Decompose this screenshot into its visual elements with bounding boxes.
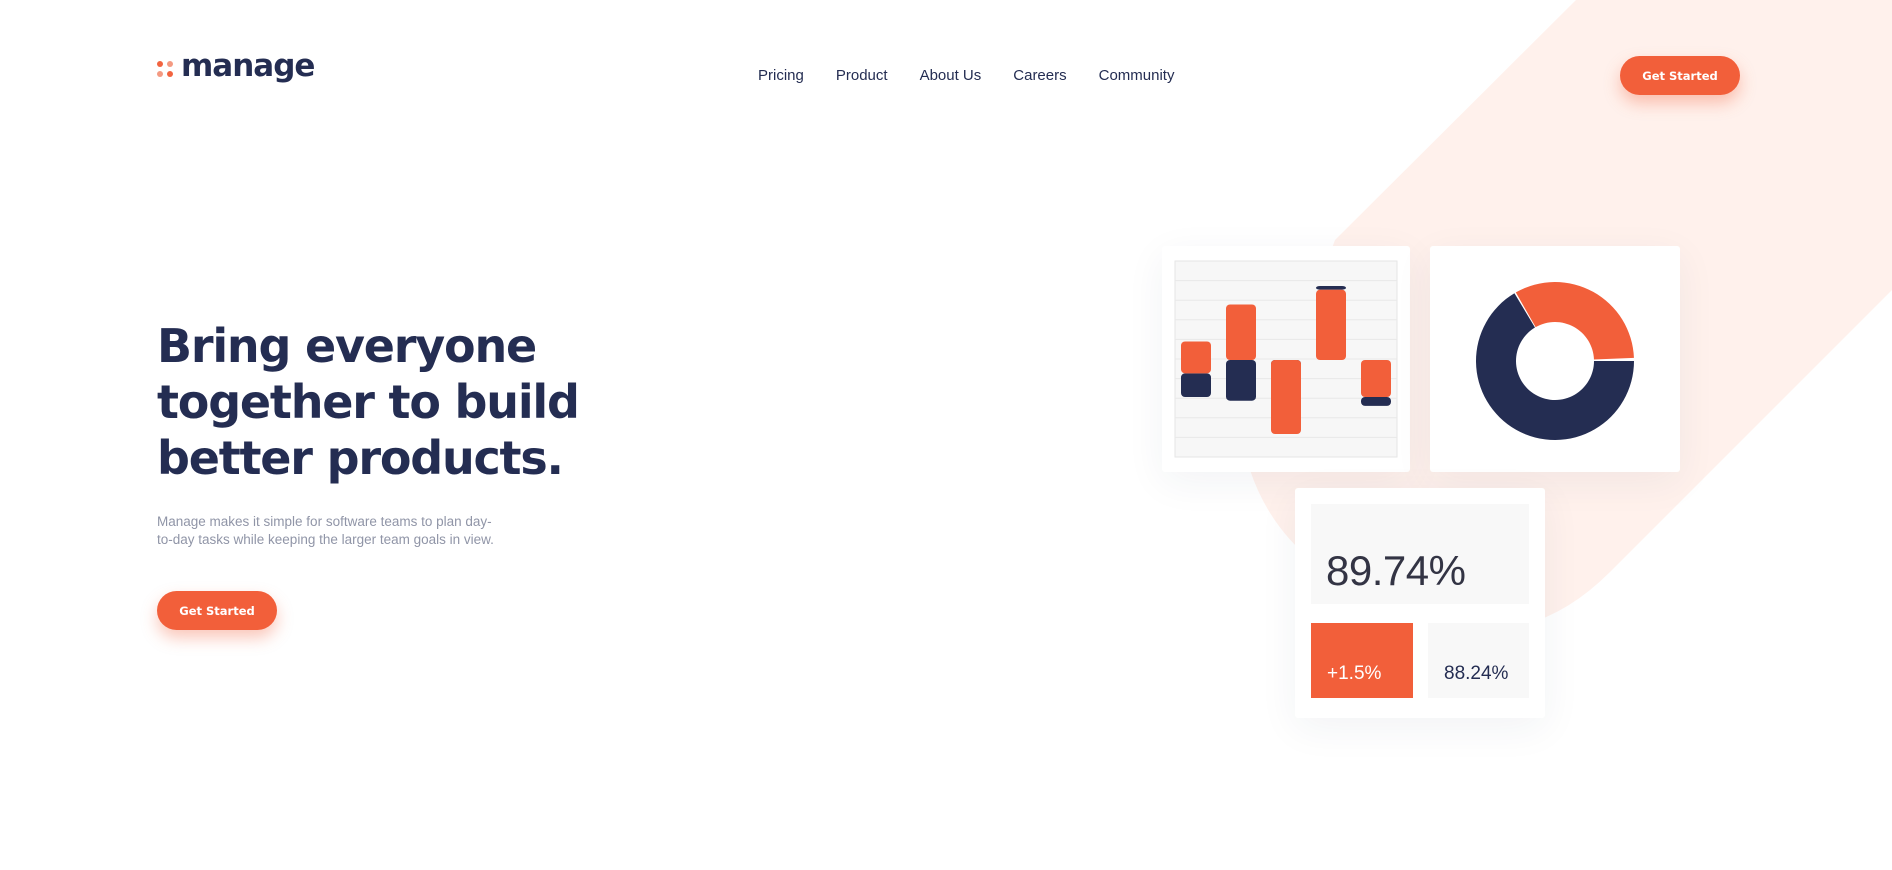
stats-card: 89.74% +1.5% 88.24% bbox=[1295, 488, 1545, 718]
main-nav: Pricing Product About Us Careers Communi… bbox=[758, 66, 1174, 86]
landing-page: manage Pricing Product About Us Careers … bbox=[0, 0, 1892, 870]
stat-big-value: 89.74% bbox=[1326, 547, 1466, 594]
stat-grey-value: 88.24% bbox=[1444, 663, 1509, 684]
logo-icon bbox=[157, 60, 173, 77]
hero-title: Bring everyone together to build better … bbox=[157, 319, 580, 485]
bar-navy-segment bbox=[1226, 360, 1256, 401]
bar-navy-segment bbox=[1316, 286, 1346, 290]
hero-get-started-button[interactable]: Get Started bbox=[157, 591, 277, 630]
stat-orange-tile: +1.5% bbox=[1311, 623, 1413, 698]
nav-item-careers[interactable]: Careers bbox=[1013, 66, 1066, 86]
nav-item-about-us[interactable]: About Us bbox=[920, 66, 982, 86]
nav-item-product[interactable]: Product bbox=[836, 66, 888, 86]
bar-orange-segment bbox=[1181, 341, 1211, 374]
bar-orange-segment bbox=[1316, 289, 1346, 360]
donut-chart-illustration bbox=[1476, 282, 1634, 440]
bar-orange-segment bbox=[1361, 360, 1391, 397]
bar-navy-segment bbox=[1181, 373, 1211, 397]
nav-item-pricing[interactable]: Pricing bbox=[758, 66, 804, 86]
nav-item-community[interactable]: Community bbox=[1099, 66, 1175, 86]
bar-navy-segment bbox=[1361, 397, 1391, 406]
logo[interactable]: manage bbox=[157, 51, 315, 82]
stat-grey-tile: 88.24% bbox=[1428, 623, 1529, 698]
bar-chart-card bbox=[1162, 246, 1410, 472]
bar-chart-illustration bbox=[1174, 260, 1398, 458]
bar-orange-segment bbox=[1271, 360, 1301, 434]
logo-text: manage bbox=[181, 48, 315, 84]
header-get-started-button[interactable]: Get Started bbox=[1620, 56, 1740, 95]
donut-orange-slice bbox=[1515, 282, 1634, 360]
hero-description: Manage makes it simple for software team… bbox=[157, 514, 494, 547]
donut-chart-card bbox=[1430, 246, 1680, 472]
bar-orange-segment bbox=[1226, 304, 1256, 360]
stat-big-tile: 89.74% bbox=[1311, 504, 1529, 604]
stat-orange-value: +1.5% bbox=[1327, 663, 1382, 684]
